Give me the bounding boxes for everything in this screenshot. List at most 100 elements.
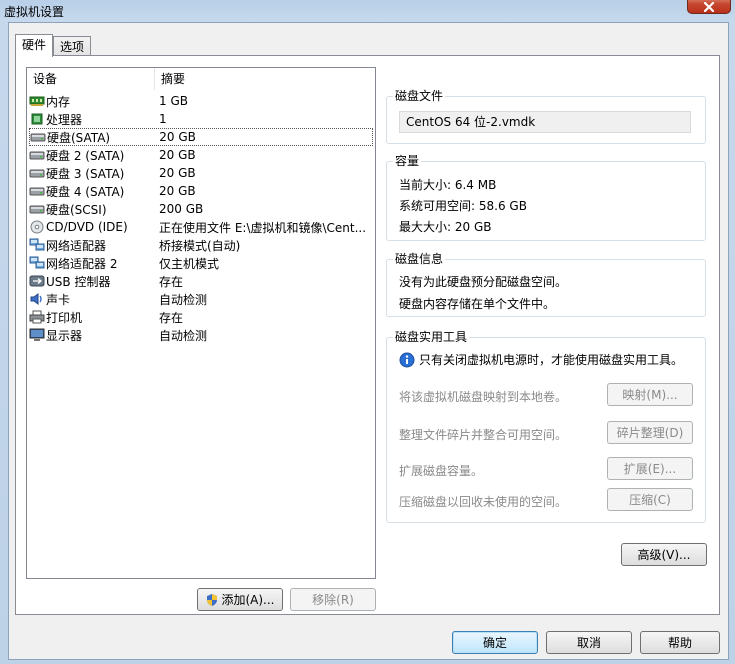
device-name: 硬盘 2 (SATA) <box>46 148 125 163</box>
processor-icon <box>29 112 45 126</box>
device-row[interactable]: 网络适配器 桥接模式(自动) <box>29 236 373 254</box>
compact-button[interactable]: 压缩(C) <box>607 488 693 511</box>
device-name: CD/DVD (IDE) <box>46 220 128 234</box>
device-name: 打印机 <box>46 310 83 325</box>
device-list[interactable]: 设备 摘要 内存 1 GB 处理器 1 硬盘(SATA) 20 GB 硬盘 2 (SATA)… <box>26 67 376 579</box>
device-cell: 硬盘 3 (SATA) <box>29 165 155 182</box>
device-name: 内存 <box>46 94 71 109</box>
title-bar[interactable]: 虚拟机设置 <box>0 0 735 22</box>
device-cell: 网络适配器 <box>29 237 155 254</box>
column-header-device[interactable]: 设备 <box>27 68 155 90</box>
memory-icon <box>29 94 45 108</box>
device-rows: 内存 1 GB 处理器 1 硬盘(SATA) 20 GB 硬盘 2 (SATA) 20 GB 硬… <box>29 92 373 344</box>
device-row[interactable]: CD/DVD (IDE) 正在使用文件 E:\虚拟机和镜像\Cent... <box>29 218 373 236</box>
disk-info-group: 磁盘信息 没有为此硬盘预分配磁盘空间。 硬盘内容存储在单个文件中。 <box>386 251 706 317</box>
device-cell: 硬盘(SCSI) <box>29 201 155 218</box>
device-name: 硬盘 3 (SATA) <box>46 166 125 181</box>
close-button[interactable] <box>687 0 731 14</box>
device-summary: 1 GB <box>159 94 188 108</box>
utilities-notice: 只有关闭虚拟机电源时，才能使用磁盘实用工具。 <box>399 351 683 368</box>
help-button[interactable]: 帮助 <box>640 631 720 654</box>
disk-file-field[interactable]: CentOS 64 位-2.vmdk <box>399 111 691 133</box>
disk-file-group: 磁盘文件 CentOS 64 位-2.vmdk <box>386 88 706 144</box>
map-button[interactable]: 映射(M)... <box>607 383 693 406</box>
device-cell: USB 控制器 <box>29 273 155 290</box>
device-row[interactable]: USB 控制器 存在 <box>29 272 373 290</box>
device-row[interactable]: 打印机 存在 <box>29 308 373 326</box>
disk-utilities-title: 磁盘实用工具 <box>393 329 470 345</box>
device-name: USB 控制器 <box>46 274 111 289</box>
add-device-label: 添加(A)... <box>221 593 275 607</box>
defragment-button[interactable]: 碎片整理(D) <box>607 421 693 444</box>
device-cell: 打印机 <box>29 309 155 326</box>
add-device-button[interactable]: 添加(A)... <box>197 588 283 611</box>
device-cell: 网络适配器 2 <box>29 255 155 272</box>
device-cell: 硬盘(SATA) <box>30 129 155 146</box>
hard-disk-icon <box>29 148 45 162</box>
info-icon <box>399 352 415 367</box>
printer-icon <box>29 310 45 324</box>
device-list-header: 设备 摘要 <box>27 68 375 90</box>
cd-dvd-icon <box>29 220 45 234</box>
hard-disk-icon <box>29 184 45 198</box>
capacity-group: 容量 当前大小: 6.4 MB 系统可用空间: 58.6 GB 最大大小: 20… <box>386 153 706 241</box>
device-cell: 处理器 <box>29 111 155 128</box>
vm-settings-window: 虚拟机设置 硬件 选项 设备 摘要 内存 1 GB 处理器 1 硬盘(SATA) 20 G… <box>0 0 735 664</box>
device-name: 网络适配器 <box>46 238 107 253</box>
advanced-button[interactable]: 高级(V)... <box>621 543 707 566</box>
expand-description: 扩展磁盘容量。 <box>399 464 484 478</box>
disk-file-title: 磁盘文件 <box>393 88 446 104</box>
cancel-button[interactable]: 取消 <box>546 631 632 654</box>
capacity-title: 容量 <box>393 153 422 169</box>
device-summary: 自动检测 <box>159 292 208 307</box>
device-summary: 桥接模式(自动) <box>159 238 241 253</box>
column-header-summary[interactable]: 摘要 <box>155 68 315 90</box>
device-summary: 1 <box>159 112 167 126</box>
current-size-text: 当前大小: 6.4 MB <box>399 178 497 192</box>
device-summary: 20 GB <box>159 184 196 198</box>
device-row[interactable]: 处理器 1 <box>29 110 373 128</box>
dialog-body: 硬件 选项 设备 摘要 内存 1 GB 处理器 1 硬盘(SATA) 20 GB 硬盘 2 … <box>8 22 729 660</box>
device-name: 显示器 <box>46 328 83 343</box>
shield-icon <box>207 593 218 606</box>
device-cell: 内存 <box>29 93 155 110</box>
device-name: 硬盘(SCSI) <box>46 202 107 217</box>
device-row[interactable]: 硬盘(SCSI) 200 GB <box>29 200 373 218</box>
map-description: 将该虚拟机磁盘映射到本地卷。 <box>399 390 568 404</box>
hard-disk-icon <box>29 166 45 180</box>
device-cell: 硬盘 2 (SATA) <box>29 147 155 164</box>
network-adapter-icon <box>29 256 45 270</box>
disk-info-title: 磁盘信息 <box>393 251 446 267</box>
disk-utilities-group: 磁盘实用工具 只有关闭虚拟机电源时，才能使用磁盘实用工具。 将该虚拟机磁盘映射到… <box>386 329 706 523</box>
device-row[interactable]: 硬盘 4 (SATA) 20 GB <box>29 182 373 200</box>
tab-options[interactable]: 选项 <box>53 36 92 56</box>
network-adapter-icon <box>29 238 45 252</box>
device-row[interactable]: 网络适配器 2 仅主机模式 <box>29 254 373 272</box>
sound-card-icon <box>29 292 45 306</box>
device-row[interactable]: 显示器 自动检测 <box>29 326 373 344</box>
expand-button[interactable]: 扩展(E)... <box>607 457 693 480</box>
device-row[interactable]: 内存 1 GB <box>29 92 373 110</box>
window-title: 虚拟机设置 <box>4 5 65 19</box>
display-icon <box>29 328 45 342</box>
tab-bar: 硬件 选项 <box>15 34 92 57</box>
device-summary: 200 GB <box>159 202 204 216</box>
hard-disk-icon <box>30 130 46 144</box>
ok-button[interactable]: 确定 <box>452 631 538 654</box>
device-name: 声卡 <box>46 292 71 307</box>
device-name: 硬盘(SATA) <box>47 130 111 145</box>
device-cell: 硬盘 4 (SATA) <box>29 183 155 200</box>
hard-disk-icon <box>29 202 45 216</box>
device-summary: 仅主机模式 <box>159 256 220 271</box>
remove-device-button[interactable]: 移除(R) <box>290 588 376 611</box>
hardware-panel: 设备 摘要 内存 1 GB 处理器 1 硬盘(SATA) 20 GB 硬盘 2 (SATA)… <box>15 55 720 615</box>
defrag-description: 整理文件碎片并整合可用空间。 <box>399 428 568 442</box>
tab-hardware[interactable]: 硬件 <box>15 34 54 57</box>
device-row[interactable]: 硬盘 3 (SATA) 20 GB <box>29 164 373 182</box>
device-row[interactable]: 声卡 自动检测 <box>29 290 373 308</box>
free-space-text: 系统可用空间: 58.6 GB <box>399 199 527 213</box>
disk-info-line-1: 没有为此硬盘预分配磁盘空间。 <box>399 275 568 289</box>
compact-description: 压缩磁盘以回收未使用的空间。 <box>399 495 568 509</box>
device-row[interactable]: 硬盘(SATA) 20 GB <box>29 128 373 146</box>
device-row[interactable]: 硬盘 2 (SATA) 20 GB <box>29 146 373 164</box>
